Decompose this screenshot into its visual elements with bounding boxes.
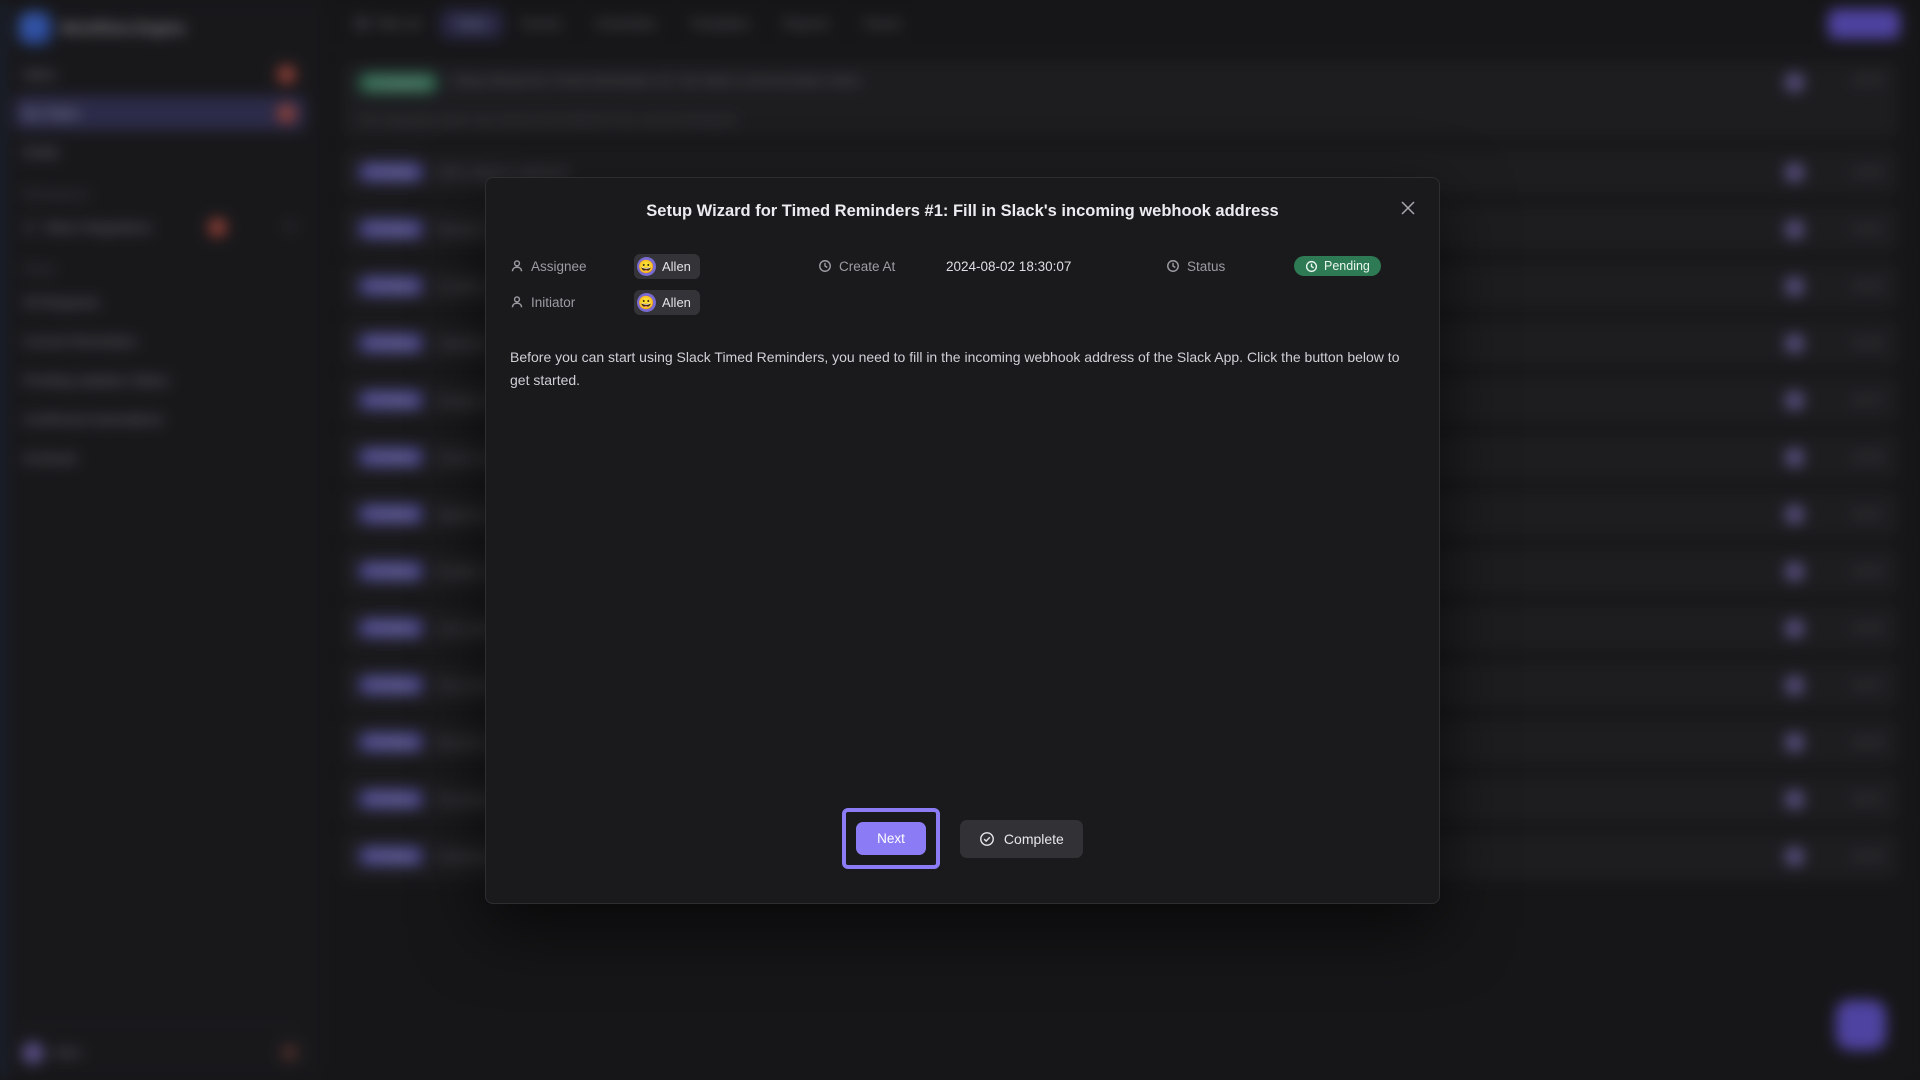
- complete-button-label: Complete: [1003, 830, 1064, 847]
- dialog-body-text: Before you can start using Slack Timed R…: [510, 349, 1400, 388]
- user-icon: [511, 260, 523, 272]
- create-at-label-cell: Create At: [818, 259, 946, 274]
- assignee-name: Allen: [662, 258, 691, 274]
- avatar: 😀: [637, 256, 656, 276]
- dialog-title: Setup Wizard for Timed Reminders #1: Fil…: [646, 202, 1279, 220]
- initiator-name: Allen: [662, 294, 691, 310]
- dialog-body: Before you can start using Slack Timed R…: [486, 320, 1439, 808]
- next-button-focus-ring: Next: [842, 808, 940, 869]
- create-at-value-cell: 2024-08-02 18:30:07: [946, 259, 1166, 274]
- assignee-value-cell[interactable]: 😀 Allen: [634, 253, 818, 279]
- metadata-row-2: Initiator 😀 Allen: [510, 284, 1415, 320]
- clock-icon: [819, 260, 831, 273]
- app-root: Workflow Engine Inbox 3 My Tasks 8 Draft…: [0, 0, 1920, 1080]
- close-icon[interactable]: [1395, 195, 1421, 221]
- check-circle-icon: [979, 831, 994, 846]
- clock-icon: [1167, 260, 1179, 273]
- status-badge[interactable]: Pending: [1294, 256, 1381, 277]
- clock-icon: [1305, 260, 1318, 272]
- next-button[interactable]: Next: [856, 822, 926, 855]
- create-at-label: Create At: [818, 259, 895, 274]
- assignee-user-pill[interactable]: 😀 Allen: [634, 253, 700, 279]
- create-at-value: 2024-08-02 18:30:07: [946, 258, 1072, 274]
- dialog-footer: Next Complete: [486, 808, 1439, 903]
- avatar: 😀: [637, 292, 656, 312]
- initiator-user-pill[interactable]: 😀 Allen: [634, 289, 700, 315]
- assignee-label: Assignee: [510, 259, 587, 274]
- dialog-metadata: Assignee 😀 Allen Create At 2024-08-02 18…: [486, 226, 1439, 320]
- status-value-cell[interactable]: Pending: [1294, 256, 1381, 277]
- initiator-label: Initiator: [510, 295, 575, 310]
- status-badge-label: Pending: [1324, 259, 1370, 274]
- task-detail-dialog: Setup Wizard for Timed Reminders #1: Fil…: [485, 177, 1440, 904]
- dialog-header: Setup Wizard for Timed Reminders #1: Fil…: [486, 178, 1439, 226]
- complete-button[interactable]: Complete: [959, 819, 1083, 858]
- status-label: Status: [1166, 259, 1225, 274]
- initiator-value-cell[interactable]: 😀 Allen: [634, 289, 818, 315]
- assignee-label-cell: Assignee: [510, 259, 634, 274]
- initiator-label-cell: Initiator: [510, 295, 634, 310]
- status-label-cell: Status: [1166, 259, 1294, 274]
- metadata-row-1: Assignee 😀 Allen Create At 2024-08-02 18…: [510, 248, 1415, 284]
- user-icon: [511, 296, 523, 308]
